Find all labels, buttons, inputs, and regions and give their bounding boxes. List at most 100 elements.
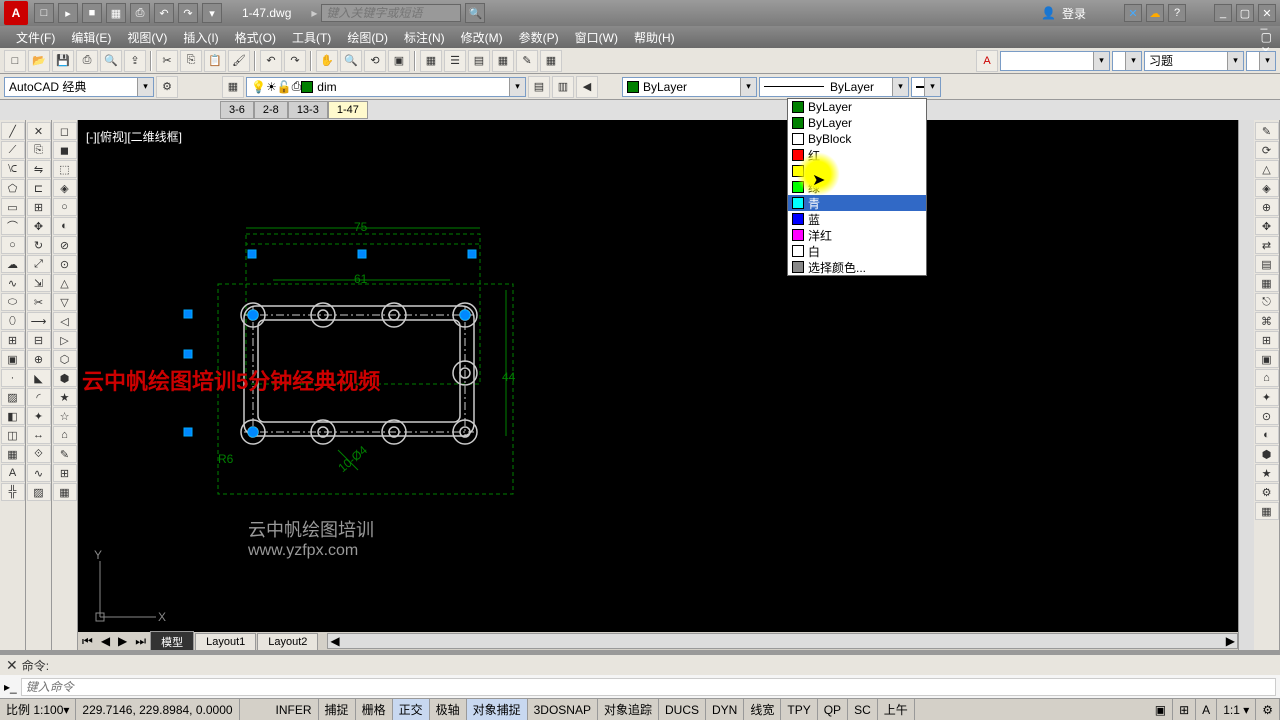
- menu-insert[interactable]: 插入(I): [175, 27, 226, 48]
- m2-5-icon[interactable]: ○: [53, 198, 77, 216]
- m2-4-icon[interactable]: ◈: [53, 179, 77, 197]
- menu-edit[interactable]: 编辑(E): [63, 27, 119, 48]
- m2-9-icon[interactable]: △: [53, 274, 77, 292]
- pan-icon[interactable]: ✋: [316, 50, 338, 72]
- toggle-osnap[interactable]: 对象捕捉: [467, 699, 528, 720]
- cut-icon[interactable]: ✂: [156, 50, 178, 72]
- toggle-am[interactable]: 上午: [878, 699, 915, 720]
- insert-icon[interactable]: ⊞: [1, 331, 25, 349]
- r1-14-icon[interactable]: ⌂: [1255, 369, 1279, 387]
- qat-more-icon[interactable]: ▾: [202, 3, 222, 23]
- color-option-10[interactable]: 选择颜色...: [788, 259, 926, 275]
- qat-undo-icon[interactable]: ↶: [154, 3, 174, 23]
- toggle-sc[interactable]: SC: [848, 699, 878, 720]
- r1-7-icon[interactable]: ⇄: [1255, 236, 1279, 254]
- layout-2[interactable]: Layout2: [257, 633, 318, 650]
- r1-13-icon[interactable]: ▣: [1255, 350, 1279, 368]
- r1-5-icon[interactable]: ⊕: [1255, 198, 1279, 216]
- color-option-0[interactable]: ByLayer: [788, 99, 926, 115]
- fillet-icon[interactable]: ◜: [27, 388, 51, 406]
- editpl-icon[interactable]: ⟐: [27, 445, 51, 463]
- qat-redo-icon[interactable]: ↷: [178, 3, 198, 23]
- status-scale2[interactable]: 1:1 ▾: [1217, 699, 1256, 720]
- exchange-icon[interactable]: ✕: [1124, 4, 1142, 22]
- tab-3-6[interactable]: 3-6: [220, 101, 254, 119]
- m2-7-icon[interactable]: ⊘: [53, 236, 77, 254]
- layer-iso-icon[interactable]: ▥: [552, 76, 574, 98]
- textstyle-icon[interactable]: A: [976, 50, 998, 72]
- addsel-icon[interactable]: ╬: [1, 483, 25, 501]
- menu-file[interactable]: 文件(F): [8, 27, 63, 48]
- copy-icon[interactable]: ⎘: [180, 50, 202, 72]
- properties-icon[interactable]: ▦: [420, 50, 442, 72]
- drawing-viewport[interactable]: [-][俯视][二维线框]: [78, 120, 1254, 650]
- point-icon[interactable]: ·: [1, 369, 25, 387]
- scale-icon[interactable]: ⤢: [27, 255, 51, 273]
- hatch-icon[interactable]: ▨: [1, 388, 25, 406]
- workspace-settings-icon[interactable]: ⚙: [156, 76, 178, 98]
- r1-17-icon[interactable]: ◐: [1255, 426, 1279, 444]
- block-icon[interactable]: ▣: [1, 350, 25, 368]
- chamfer-icon[interactable]: ◣: [27, 369, 51, 387]
- sheet-icon[interactable]: ☰: [444, 50, 466, 72]
- menu-view[interactable]: 视图(V): [119, 27, 175, 48]
- match-icon[interactable]: 🖌: [228, 50, 250, 72]
- toggle-qp[interactable]: QP: [818, 699, 848, 720]
- annot-combo[interactable]: ▾: [1112, 51, 1142, 71]
- qat-new-icon[interactable]: □: [34, 3, 54, 23]
- table-icon[interactable]: ▦: [1, 445, 25, 463]
- m2-8-icon[interactable]: ⊙: [53, 255, 77, 273]
- toggle-grid[interactable]: 栅格: [356, 699, 393, 720]
- command-input[interactable]: [21, 678, 1276, 696]
- redo-icon[interactable]: ↷: [284, 50, 306, 72]
- array-icon[interactable]: ⊞: [27, 198, 51, 216]
- spline-icon[interactable]: ∿: [1, 274, 25, 292]
- circle-icon[interactable]: ○: [1, 236, 25, 254]
- menu-parametric[interactable]: 参数(P): [511, 27, 567, 48]
- doc-minimize-button[interactable]: _: [1261, 16, 1272, 30]
- m2-11-icon[interactable]: ◁: [53, 312, 77, 330]
- m2-16-icon[interactable]: ☆: [53, 407, 77, 425]
- doc-restore-button[interactable]: ▢: [1261, 30, 1272, 44]
- tables-icon[interactable]: ▦: [540, 50, 562, 72]
- copy2-icon[interactable]: ⎘: [27, 141, 51, 159]
- qat-open-icon[interactable]: ▸: [58, 3, 78, 23]
- layer-prev-icon[interactable]: ◀: [576, 76, 598, 98]
- color-option-9[interactable]: 白: [788, 243, 926, 259]
- tab-13-3[interactable]: 13-3: [288, 101, 328, 119]
- tool-palette-icon[interactable]: ▤: [468, 50, 490, 72]
- r1-3-icon[interactable]: △: [1255, 160, 1279, 178]
- m2-12-icon[interactable]: ▷: [53, 331, 77, 349]
- break-icon[interactable]: ⊟: [27, 331, 51, 349]
- toggle-polar[interactable]: 极轴: [430, 699, 467, 720]
- workspace-combo[interactable]: AutoCAD 经典▾: [4, 77, 154, 97]
- m2-17-icon[interactable]: ⌂: [53, 426, 77, 444]
- mirror-icon[interactable]: ⇋: [27, 160, 51, 178]
- color-option-7[interactable]: 蓝: [788, 211, 926, 227]
- erase-icon[interactable]: ✕: [27, 122, 51, 140]
- color-option-5[interactable]: 绿: [788, 179, 926, 195]
- markups-icon[interactable]: ✎: [516, 50, 538, 72]
- toggle-infer[interactable]: INFER: [270, 699, 319, 720]
- vscroll[interactable]: [1238, 120, 1254, 650]
- r1-11-icon[interactable]: ⌘: [1255, 312, 1279, 330]
- m2-13-icon[interactable]: ⬡: [53, 350, 77, 368]
- ellipse-icon[interactable]: ⬭: [1, 293, 25, 311]
- mtext-icon[interactable]: A: [1, 464, 25, 482]
- r1-19-icon[interactable]: ★: [1255, 464, 1279, 482]
- toggle-otrack[interactable]: 对象追踪: [598, 699, 659, 720]
- calc-icon[interactable]: ▦: [492, 50, 514, 72]
- ellipsearc-icon[interactable]: ⬯: [1, 312, 25, 330]
- color-combo[interactable]: ByLayer ▾: [622, 77, 757, 97]
- paste-icon[interactable]: 📋: [204, 50, 226, 72]
- join-icon[interactable]: ⊕: [27, 350, 51, 368]
- qat-save-icon[interactable]: ■: [82, 3, 102, 23]
- arc-icon[interactable]: ⌒: [1, 217, 25, 235]
- new-icon[interactable]: □: [4, 50, 26, 72]
- preview-icon[interactable]: 🔍: [100, 50, 122, 72]
- menu-window[interactable]: 窗口(W): [567, 27, 626, 48]
- linetype-combo[interactable]: ByLayer ▾: [759, 77, 909, 97]
- app-logo[interactable]: A: [4, 1, 28, 25]
- plot-icon[interactable]: ⎙: [76, 50, 98, 72]
- r1-2-icon[interactable]: ⟳: [1255, 141, 1279, 159]
